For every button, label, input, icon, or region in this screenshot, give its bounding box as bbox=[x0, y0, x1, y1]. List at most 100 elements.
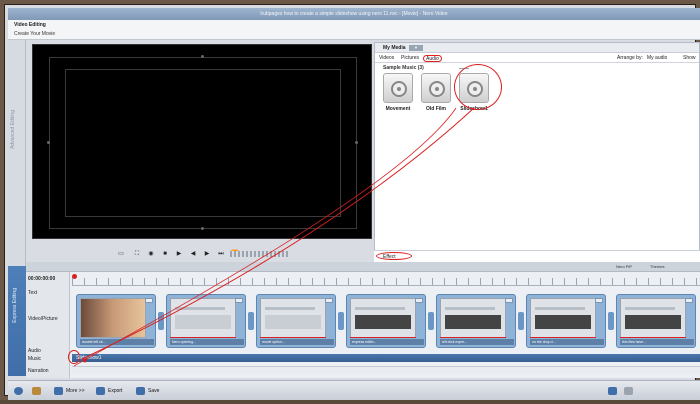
save-icon bbox=[136, 387, 145, 395]
jog-slider[interactable] bbox=[230, 251, 290, 257]
music-disc-icon bbox=[391, 81, 407, 97]
handle-dot[interactable] bbox=[201, 227, 204, 230]
playhead[interactable] bbox=[72, 274, 77, 279]
track-video: Video/Picture bbox=[28, 316, 58, 322]
clip-caption: this files have... bbox=[620, 339, 694, 345]
transition[interactable] bbox=[338, 312, 344, 330]
home-icon bbox=[32, 387, 41, 395]
clip[interactable]: this files have... bbox=[616, 294, 696, 348]
clip[interactable]: movie option... bbox=[256, 294, 336, 348]
handle-dot[interactable] bbox=[201, 55, 204, 58]
music-clip-label: Slideshow1 bbox=[76, 355, 102, 361]
video-track: double left cli... Nero opening... movie… bbox=[72, 294, 700, 348]
clip[interactable]: on the drop d... bbox=[526, 294, 606, 348]
media-item-old-film[interactable] bbox=[421, 73, 451, 103]
window-title: hubpages how to create a simple slidesho… bbox=[8, 8, 700, 20]
page-title: Video Editing bbox=[14, 22, 46, 28]
clip-thumbnail bbox=[260, 298, 326, 338]
nero-pip-button[interactable]: Nero PiP bbox=[616, 264, 632, 270]
tab-audio[interactable]: Audio bbox=[423, 55, 442, 62]
effect-feature-button[interactable]: Effect Feature bbox=[376, 252, 412, 268]
transition[interactable] bbox=[248, 312, 254, 330]
home-button[interactable] bbox=[30, 385, 42, 397]
clip-fx-icon[interactable] bbox=[325, 298, 333, 303]
monitor-icon[interactable]: ▭ bbox=[116, 250, 126, 259]
transition[interactable] bbox=[158, 312, 164, 330]
advanced-editing-label: Advanced Editing bbox=[10, 110, 16, 149]
redo-icon bbox=[624, 387, 633, 395]
themes-button[interactable]: Themes bbox=[650, 264, 664, 270]
crop-icon[interactable]: ⛶ bbox=[132, 250, 142, 259]
clip[interactable]: express editin... bbox=[346, 294, 426, 348]
clip-marker bbox=[170, 337, 236, 338]
show-label[interactable]: Show bbox=[681, 55, 698, 62]
clip-thumbnail bbox=[620, 298, 686, 338]
media-item-label: Old Film bbox=[426, 106, 446, 112]
clip-thumbnail bbox=[530, 298, 596, 338]
arrange-select[interactable]: My audio bbox=[645, 55, 669, 62]
handle-dot[interactable] bbox=[47, 141, 50, 144]
clip-fx-icon[interactable] bbox=[685, 298, 693, 303]
page-subtitle: Create Your Movie bbox=[14, 31, 56, 37]
music-disc-icon bbox=[429, 81, 445, 97]
export-icon bbox=[96, 387, 105, 395]
clip-caption: express editin... bbox=[350, 339, 424, 345]
media-item-movement[interactable] bbox=[383, 73, 413, 103]
save-button[interactable]: Save bbox=[134, 385, 168, 397]
timeline: 00:00:00:00 Text Video/Picture Audio Mus… bbox=[26, 272, 700, 378]
express-editing-strip[interactable]: Express Editing bbox=[8, 266, 26, 376]
my-media-titlebar: My Media ▼ bbox=[375, 43, 699, 53]
stop-icon[interactable]: ■ bbox=[160, 250, 170, 259]
handle-dot[interactable] bbox=[355, 141, 358, 144]
clip-marker bbox=[620, 337, 686, 338]
time-ruler[interactable] bbox=[72, 278, 700, 286]
clip-thumbnail bbox=[440, 298, 506, 338]
track-music: Music bbox=[28, 356, 42, 362]
more-icon bbox=[54, 387, 63, 395]
tab-pictures[interactable]: Pictures bbox=[399, 55, 421, 62]
video-preview bbox=[32, 44, 372, 239]
more-button[interactable]: More >> bbox=[52, 385, 90, 397]
clip-fx-icon[interactable] bbox=[145, 298, 153, 303]
clip-marker bbox=[440, 337, 506, 338]
timecode: 00:00:00:00 bbox=[28, 276, 56, 282]
step-back-icon[interactable]: ◀ bbox=[188, 250, 198, 259]
tab-videos[interactable]: Videos bbox=[377, 55, 396, 62]
narration-track[interactable] bbox=[72, 366, 700, 374]
next-icon[interactable]: ⏭ bbox=[216, 250, 226, 259]
clip-marker bbox=[350, 337, 416, 338]
music-track[interactable]: Slideshow1 bbox=[68, 350, 700, 364]
transition[interactable] bbox=[608, 312, 614, 330]
safe-area-inner bbox=[65, 69, 341, 217]
advanced-editing-strip[interactable]: Advanced Editing bbox=[8, 40, 26, 266]
clip-fx-icon[interactable] bbox=[505, 298, 513, 303]
snapshot-icon[interactable]: ◉ bbox=[146, 250, 156, 259]
clip-thumbnail bbox=[350, 298, 416, 338]
clip[interactable]: Nero opening... bbox=[166, 294, 246, 348]
help-button[interactable] bbox=[12, 385, 24, 397]
export-button[interactable]: Export bbox=[94, 385, 130, 397]
clip-fx-icon[interactable] bbox=[415, 298, 423, 303]
app-window: hubpages how to create a simple slidesho… bbox=[0, 0, 700, 400]
play-icon[interactable]: ▶ bbox=[174, 250, 184, 259]
undo-icon bbox=[608, 387, 617, 395]
timeline-toolbar: Nero PiP Themes bbox=[26, 262, 700, 272]
clip[interactable]: left click expre... bbox=[436, 294, 516, 348]
media-tabs: Videos Pictures Audio Arrange by: My aud… bbox=[375, 53, 699, 63]
transition[interactable] bbox=[428, 312, 434, 330]
my-media-dropdown[interactable]: ▼ bbox=[409, 45, 423, 51]
clip-thumbnail bbox=[80, 298, 146, 338]
clip-caption: left click expre... bbox=[440, 339, 514, 345]
redo-button[interactable] bbox=[622, 385, 634, 397]
transition[interactable] bbox=[518, 312, 524, 330]
clip[interactable]: double left cli... bbox=[76, 294, 156, 348]
track-text: Text bbox=[28, 290, 38, 296]
help-icon bbox=[14, 387, 23, 395]
clip-thumbnail bbox=[170, 298, 236, 338]
clip-fx-icon[interactable] bbox=[595, 298, 603, 303]
step-forward-icon[interactable]: ▶ bbox=[202, 250, 212, 259]
page-header: Video Editing Create Your Movie bbox=[8, 20, 700, 40]
clip-fx-icon[interactable] bbox=[235, 298, 243, 303]
effect-bar: Effect Feature bbox=[374, 250, 700, 268]
undo-button[interactable] bbox=[606, 385, 618, 397]
